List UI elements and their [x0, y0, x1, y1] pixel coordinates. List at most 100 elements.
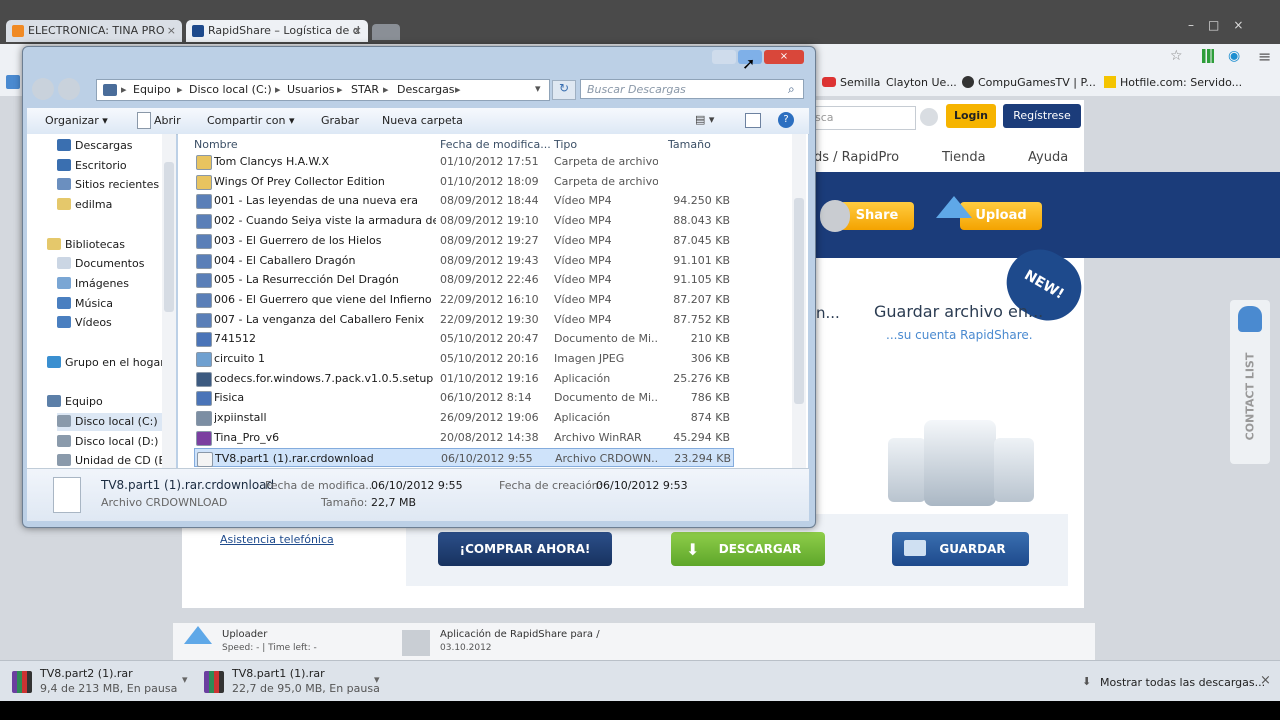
tab-rapidshare[interactable]: RapidShare – Logística de d ×: [186, 20, 368, 42]
buy-button[interactable]: ¡COMPRAR AHORA!: [438, 532, 612, 566]
file-row[interactable]: 002 - Cuando Seiya viste la armadura de …: [194, 211, 734, 230]
nav-item[interactable]: Escritorio: [57, 157, 127, 175]
bookmark-semilla[interactable]: Semilla: [822, 76, 880, 89]
share-with-menu[interactable]: Compartir con ▾: [207, 114, 295, 127]
tab-electronica[interactable]: ELECTRONICA: TINA PRO ×: [6, 20, 182, 42]
refresh-icon[interactable]: ↻: [552, 80, 576, 100]
download-item[interactable]: TV8.part1 (1).rar 22,7 de 95,0 MB, En pa…: [196, 665, 384, 697]
help-icon[interactable]: ?: [778, 112, 794, 128]
file-row[interactable]: Tina_Pro_v6 20/08/2012 14:38 Archivo WinRA…: [194, 428, 734, 447]
close-icon[interactable]: ×: [167, 20, 176, 42]
chevron-down-icon[interactable]: ▾: [535, 82, 541, 95]
file-row[interactable]: 007 - La venganza del Caballero Fenix 22/…: [194, 310, 734, 329]
news-strip: [172, 622, 1096, 662]
back-icon[interactable]: [32, 78, 54, 100]
nav-item[interactable]: Imágenes: [57, 275, 129, 293]
breadcrumb-usuarios[interactable]: Usuarios: [287, 83, 335, 96]
file-type: Vídeo MP4: [554, 273, 612, 287]
folder-icon: [57, 276, 71, 289]
share-button[interactable]: Share: [840, 202, 914, 230]
file-row[interactable]: 006 - El Guerrero que viene del Infierno…: [194, 290, 734, 309]
signal-icon[interactable]: [1202, 49, 1214, 63]
file-row[interactable]: 001 - Las leyendas de una nueva era 08/09…: [194, 191, 734, 210]
close-icon[interactable]: ×: [353, 20, 362, 42]
bookmark-hotfile[interactable]: Hotfile.com: Servido...: [1104, 76, 1242, 89]
news-icon: [402, 630, 430, 656]
nav-ayuda[interactable]: Ayuda: [1028, 150, 1068, 165]
preview-pane-icon[interactable]: [745, 113, 761, 128]
open-button[interactable]: Abrir: [154, 114, 181, 127]
file-row[interactable]: Fisica 06/10/2012 8:14 Documento de Mi... 7…: [194, 388, 734, 407]
close-icon[interactable]: ×: [1260, 673, 1271, 688]
file-row[interactable]: Wings Of Prey Collector Edition 01/10/201…: [194, 172, 734, 191]
nav-scrollbar[interactable]: [162, 134, 176, 468]
file-date: 08/09/2012 18:44: [440, 194, 539, 208]
show-all-downloads-link[interactable]: Mostrar todas las descargas...: [1100, 676, 1265, 689]
login-button[interactable]: Login: [946, 104, 996, 128]
extension-icon[interactable]: ◉: [1228, 48, 1240, 64]
new-tab-button[interactable]: [372, 24, 400, 40]
column-size[interactable]: Tamaño: [668, 138, 711, 151]
nav-item[interactable]: Disco local (D:): [57, 433, 158, 451]
uploader-title[interactable]: Uploader: [222, 629, 267, 640]
size-label: Tamaño:: [321, 496, 368, 509]
partial-heading: n...: [816, 304, 840, 322]
search-input[interactable]: sca: [812, 106, 916, 130]
breadcrumb-descargas[interactable]: Descargas: [397, 83, 455, 96]
chevron-down-icon[interactable]: ▾: [374, 673, 380, 686]
close-icon[interactable]: ×: [764, 50, 804, 64]
download-item[interactable]: TV8.part2 (1).rar 9,4 de 213 MB, En paus…: [4, 665, 192, 697]
file-row[interactable]: codecs.for.windows.7.pack.v1.0.5.setup 01…: [194, 369, 734, 388]
upload-button[interactable]: Upload: [960, 202, 1042, 230]
bookmark-compugames[interactable]: CompuGamesTV | P...: [962, 76, 1096, 89]
nav-item[interactable]: Equipo: [47, 393, 103, 411]
register-button[interactable]: Regístrese: [1003, 104, 1081, 128]
file-row[interactable]: 004 - El Caballero Dragón 08/09/2012 19:4…: [194, 251, 734, 270]
nav-item[interactable]: Descargas: [57, 137, 133, 155]
file-type-icon: [196, 273, 212, 289]
nav-item[interactable]: edilma: [57, 196, 112, 214]
column-type[interactable]: Tipo: [554, 138, 577, 151]
window-controls[interactable]: –□×: [1188, 18, 1274, 34]
nav-rapidpro[interactable]: ds / RapidPro: [814, 150, 899, 165]
file-row[interactable]: 005 - La Resurrección Del Dragón 08/09/20…: [194, 270, 734, 289]
file-row[interactable]: 741512 05/10/2012 20:47 Documento de Mi...…: [194, 329, 734, 348]
explorer-search-input[interactable]: Buscar Descargas: [580, 79, 804, 99]
nav-item[interactable]: Disco local (C:): [57, 412, 172, 431]
nav-item[interactable]: Grupo en el hogar: [47, 354, 165, 372]
list-scrollbar[interactable]: [792, 134, 806, 468]
column-date[interactable]: Fecha de modifica...: [440, 138, 551, 151]
new-folder-button[interactable]: Nueva carpeta: [382, 114, 463, 127]
nav-item[interactable]: Sitios recientes: [57, 176, 159, 194]
file-row[interactable]: jxpiinstall 26/09/2012 19:06 Aplicación 874…: [194, 408, 734, 427]
file-row[interactable]: Tom Clancys H.A.W.X 01/10/2012 17:51 Carpe…: [194, 152, 734, 171]
organize-menu[interactable]: Organizar ▾: [45, 114, 108, 127]
search-icon[interactable]: [920, 108, 938, 126]
wrench-icon[interactable]: ≡: [1258, 47, 1271, 66]
breadcrumb-star[interactable]: STAR: [351, 83, 379, 96]
nav-item[interactable]: Música: [57, 295, 113, 313]
file-row[interactable]: circuito 1 05/10/2012 20:16 Imagen JPEG 306…: [194, 349, 734, 368]
breadcrumb-disco[interactable]: Disco local (C:): [189, 83, 272, 96]
nav-item[interactable]: Documentos: [57, 255, 144, 273]
file-type-icon: [196, 430, 212, 446]
breadcrumb[interactable]: ▸ Equipo ▸ Disco local (C:) ▸ Usuarios ▸…: [96, 79, 550, 101]
view-icon[interactable]: ▤ ▾: [695, 113, 714, 126]
app-news-title[interactable]: Aplicación de RapidShare para /: [440, 629, 600, 640]
forward-icon[interactable]: [58, 78, 80, 100]
phone-support-link[interactable]: Asistencia telefónica: [220, 533, 334, 546]
chevron-down-icon[interactable]: ▾: [182, 673, 188, 686]
star-icon[interactable]: ☆: [1170, 48, 1183, 64]
file-row[interactable]: 003 - El Guerrero de los Hielos 08/09/201…: [194, 231, 734, 250]
burn-button[interactable]: Grabar: [321, 114, 359, 127]
breadcrumb-equipo[interactable]: Equipo: [133, 83, 171, 96]
minimize-icon[interactable]: [712, 50, 736, 64]
bookmark-clayton[interactable]: Clayton Ue...: [886, 76, 957, 89]
nav-item[interactable]: Vídeos: [57, 314, 112, 332]
apps-icon[interactable]: [6, 75, 20, 89]
column-name[interactable]: Nombre: [194, 138, 238, 151]
nav-item[interactable]: Bibliotecas: [47, 236, 125, 254]
nav-tienda[interactable]: Tienda: [942, 150, 986, 165]
file-row[interactable]: TV8.part1 (1).rar.crdownload 06/10/2012 9…: [194, 447, 734, 467]
contact-list-tab[interactable]: CONTACT LIST: [1230, 300, 1270, 464]
